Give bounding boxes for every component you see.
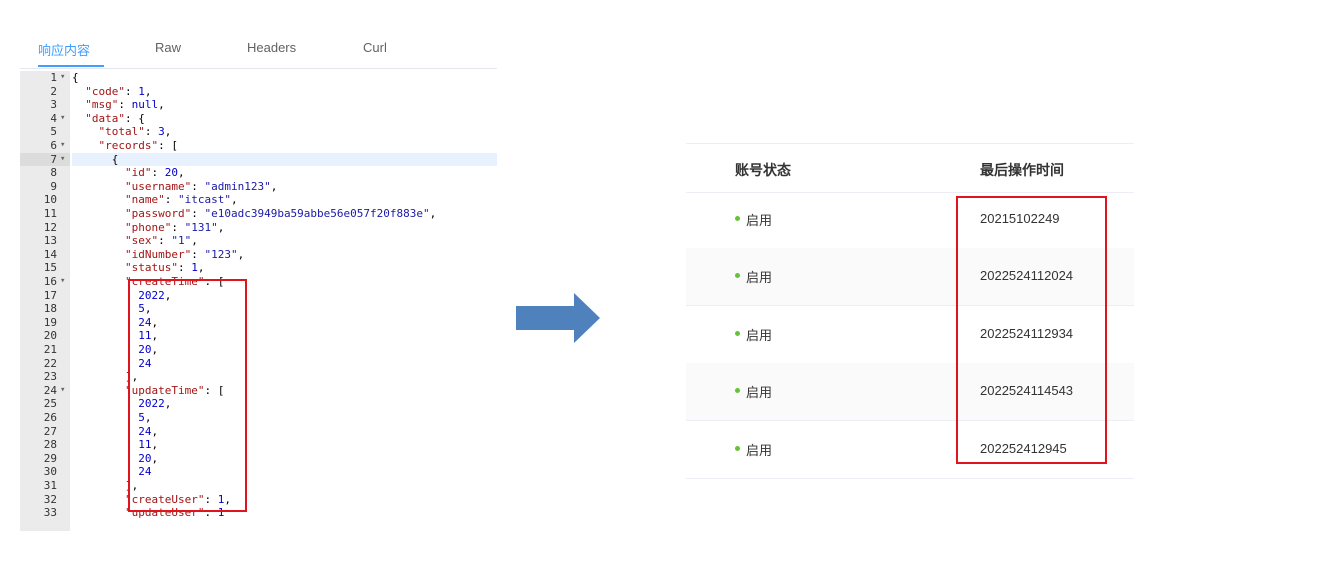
line-number: 33 <box>43 506 57 520</box>
status-dot-icon <box>735 273 740 279</box>
json-response-editor[interactable]: 1 ▾{2 "code": 1, 3 "msg": null, 4 ▾ "data": … <box>20 71 497 531</box>
right-arrow-icon <box>516 293 600 343</box>
tab-response-content[interactable]: 响应内容 <box>38 40 90 59</box>
tab-headers[interactable]: Headers <box>247 40 296 55</box>
response-tabs: 响应内容 Raw Headers Curl <box>20 30 497 69</box>
tab-curl[interactable]: Curl <box>363 40 387 55</box>
highlight-box-time-arrays <box>128 279 247 512</box>
code-line: 33 <box>20 506 70 520</box>
status-dot-icon <box>735 388 740 394</box>
status-dot-icon <box>735 216 740 221</box>
account-status-cell: 启用 <box>746 270 773 286</box>
status-dot-icon <box>735 330 740 336</box>
active-tab-indicator <box>38 65 104 67</box>
account-status-cell: 启用 <box>746 213 773 228</box>
account-status-cell: 启用 <box>746 385 773 401</box>
column-header-last-operation-time: 最后操作时间 <box>980 162 1064 178</box>
account-status-cell: 启用 <box>746 327 773 343</box>
tab-raw[interactable]: Raw <box>155 40 181 55</box>
table-header: 账号状态 最后操作时间 <box>686 143 1134 193</box>
account-status-cell: 启用 <box>746 442 773 458</box>
highlight-box-time-column <box>956 196 1107 464</box>
column-header-status: 账号状态 <box>735 162 791 178</box>
status-dot-icon <box>735 445 740 451</box>
